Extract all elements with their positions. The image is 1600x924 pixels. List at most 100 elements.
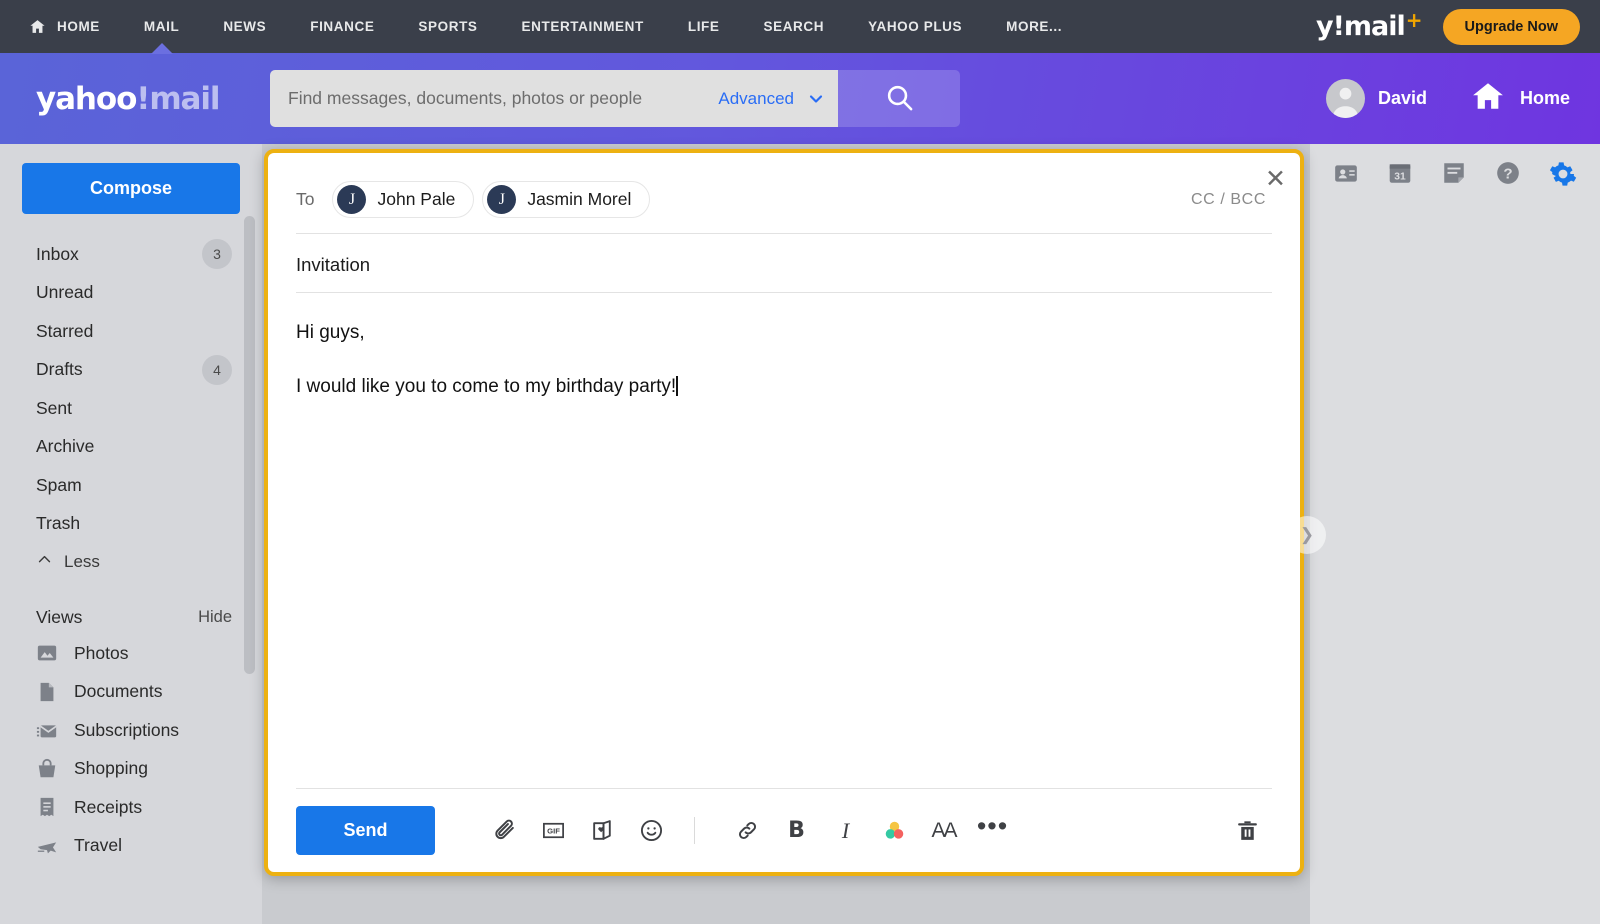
- folder-label: Drafts: [36, 359, 83, 380]
- folder-label: Trash: [36, 513, 81, 534]
- cc-bcc-toggle[interactable]: CC / BCC: [1191, 191, 1272, 209]
- show-less-toggle[interactable]: Less: [0, 545, 262, 579]
- home-icon: [1469, 79, 1507, 118]
- views-hide-link[interactable]: Hide: [198, 608, 232, 627]
- nav-item-label: LIFE: [687, 19, 720, 34]
- view-label: Subscriptions: [74, 719, 180, 740]
- greeting-card-icon[interactable]: [578, 809, 627, 853]
- home-button[interactable]: Home: [1469, 79, 1570, 118]
- nav-item-label: SEARCH: [763, 19, 825, 34]
- folder-label: Sent: [36, 397, 72, 418]
- sidebar: Compose Inbox 3 Unread Starred Drafts 4 …: [0, 144, 262, 924]
- nav-item-label: SPORTS: [418, 19, 478, 34]
- emoji-icon[interactable]: [627, 809, 676, 853]
- nav-item-more[interactable]: MORE...: [984, 0, 1084, 53]
- upgrade-now-button[interactable]: Upgrade Now: [1442, 8, 1580, 45]
- views-title: Views: [36, 607, 83, 627]
- folder-badge: 4: [202, 354, 232, 385]
- recipient-chip[interactable]: J Jasmin Morel: [482, 181, 651, 218]
- svg-text:GIF: GIF: [547, 826, 560, 835]
- attachment-tools: GIF: [480, 809, 676, 853]
- message-body-area: Hi guys, I would like you to come to my …: [296, 293, 1272, 788]
- sidebar-item-subscriptions[interactable]: Subscriptions: [0, 711, 262, 750]
- search-input[interactable]: [288, 88, 707, 109]
- sidebar-item-archive[interactable]: Archive: [0, 428, 262, 467]
- settings-gear-icon[interactable]: [1549, 160, 1577, 193]
- nav-item-yahoo-plus[interactable]: YAHOO PLUS: [846, 0, 984, 53]
- recipient-name: Jasmin Morel: [527, 189, 632, 209]
- plus-icon: +: [1405, 8, 1423, 32]
- yahoo-mail-logo[interactable]: yahoo!mail: [36, 81, 266, 117]
- nav-item-mail[interactable]: MAIL: [122, 0, 201, 53]
- notepad-icon[interactable]: [1441, 160, 1467, 191]
- delete-draft-icon[interactable]: [1223, 809, 1272, 853]
- close-icon[interactable]: ✕: [1265, 167, 1286, 192]
- italic-icon[interactable]: I: [821, 809, 870, 853]
- text-color-icon[interactable]: [870, 809, 919, 853]
- compose-button[interactable]: Compose: [22, 163, 240, 214]
- chevron-right-icon[interactable]: ❯: [1288, 516, 1326, 554]
- sidebar-item-travel[interactable]: Travel: [0, 827, 262, 866]
- search-bar: Advanced: [270, 70, 960, 127]
- app-header: yahoo!mail Advanced David Home: [0, 53, 1600, 144]
- nav-item-label: HOME: [57, 19, 100, 34]
- brand-mail: !mail: [136, 80, 220, 117]
- nav-item-entertainment[interactable]: ENTERTAINMENT: [500, 0, 666, 53]
- sidebar-item-starred[interactable]: Starred: [0, 312, 262, 351]
- search-icon: [884, 82, 915, 116]
- formatting-tools: B I AA •••: [723, 809, 1017, 853]
- sidebar-item-drafts[interactable]: Drafts 4: [0, 351, 262, 390]
- sidebar-item-unread[interactable]: Unread: [0, 274, 262, 313]
- to-label: To: [296, 189, 315, 209]
- sidebar-item-shopping[interactable]: Shopping: [0, 750, 262, 789]
- sidebar-scrollbar[interactable]: [244, 216, 255, 674]
- nav-item-life[interactable]: LIFE: [666, 0, 742, 53]
- top-nav-right: y!mail+ Upgrade Now: [1316, 8, 1580, 45]
- gif-icon[interactable]: GIF: [529, 809, 578, 853]
- more-options-icon[interactable]: •••: [968, 809, 1017, 853]
- folder-label: Unread: [36, 282, 94, 303]
- recipient-chip[interactable]: J John Pale: [332, 181, 475, 218]
- recipient-chips: J John Pale J Jasmin Morel: [332, 181, 651, 218]
- advanced-search-link[interactable]: Advanced: [718, 89, 794, 109]
- link-icon[interactable]: [723, 809, 772, 853]
- search-button[interactable]: [838, 70, 960, 127]
- calendar-icon[interactable]: 31: [1387, 160, 1413, 191]
- app-body: Compose Inbox 3 Unread Starred Drafts 4 …: [0, 144, 1600, 924]
- nav-item-search[interactable]: SEARCH: [742, 0, 847, 53]
- view-label: Receipts: [74, 796, 143, 817]
- message-body-input[interactable]: Hi guys, I would like you to come to my …: [296, 318, 1272, 402]
- shopping-bag-icon: [36, 758, 58, 780]
- subject-input[interactable]: [296, 254, 1272, 276]
- send-button[interactable]: Send: [296, 806, 435, 855]
- header-right-section: David Home: [1325, 79, 1570, 118]
- ymail-plus-logo[interactable]: y!mail+: [1316, 8, 1423, 42]
- sidebar-item-documents[interactable]: Documents: [0, 673, 262, 712]
- top-nav-links: HOME MAIL NEWS FINANCE SPORTS ENTERTAINM…: [28, 0, 1084, 53]
- folder-badge: 3: [202, 239, 232, 270]
- avatar: [1325, 79, 1365, 118]
- compose-window: ✕ To J John Pale J Jasmin Morel CC / BCC: [264, 149, 1304, 876]
- body-line-with-caret: I would like you to come to my birthday …: [296, 372, 1272, 401]
- contacts-icon[interactable]: [1333, 160, 1359, 191]
- sidebar-item-photos[interactable]: Photos: [0, 634, 262, 673]
- sidebar-item-trash[interactable]: Trash: [0, 505, 262, 544]
- nav-item-sports[interactable]: SPORTS: [396, 0, 499, 53]
- font-size-icon[interactable]: AA: [919, 809, 968, 853]
- nav-item-finance[interactable]: FINANCE: [288, 0, 396, 53]
- nav-item-home[interactable]: HOME: [28, 0, 122, 53]
- sidebar-item-sent[interactable]: Sent: [0, 389, 262, 428]
- bold-icon[interactable]: B: [772, 809, 821, 853]
- folder-label: Starred: [36, 320, 94, 341]
- chevron-down-icon[interactable]: [806, 89, 826, 109]
- attachment-icon[interactable]: [480, 809, 529, 853]
- folder-list: Inbox 3 Unread Starred Drafts 4 Sent Arc…: [0, 235, 262, 543]
- sidebar-item-receipts[interactable]: Receipts: [0, 788, 262, 827]
- view-label: Photos: [74, 642, 129, 663]
- sidebar-item-inbox[interactable]: Inbox 3: [0, 235, 262, 274]
- help-icon[interactable]: ?: [1495, 160, 1521, 191]
- nav-item-news[interactable]: NEWS: [201, 0, 288, 53]
- search-input-container: Advanced: [270, 70, 838, 127]
- user-profile-button[interactable]: David: [1325, 79, 1427, 118]
- sidebar-item-spam[interactable]: Spam: [0, 466, 262, 505]
